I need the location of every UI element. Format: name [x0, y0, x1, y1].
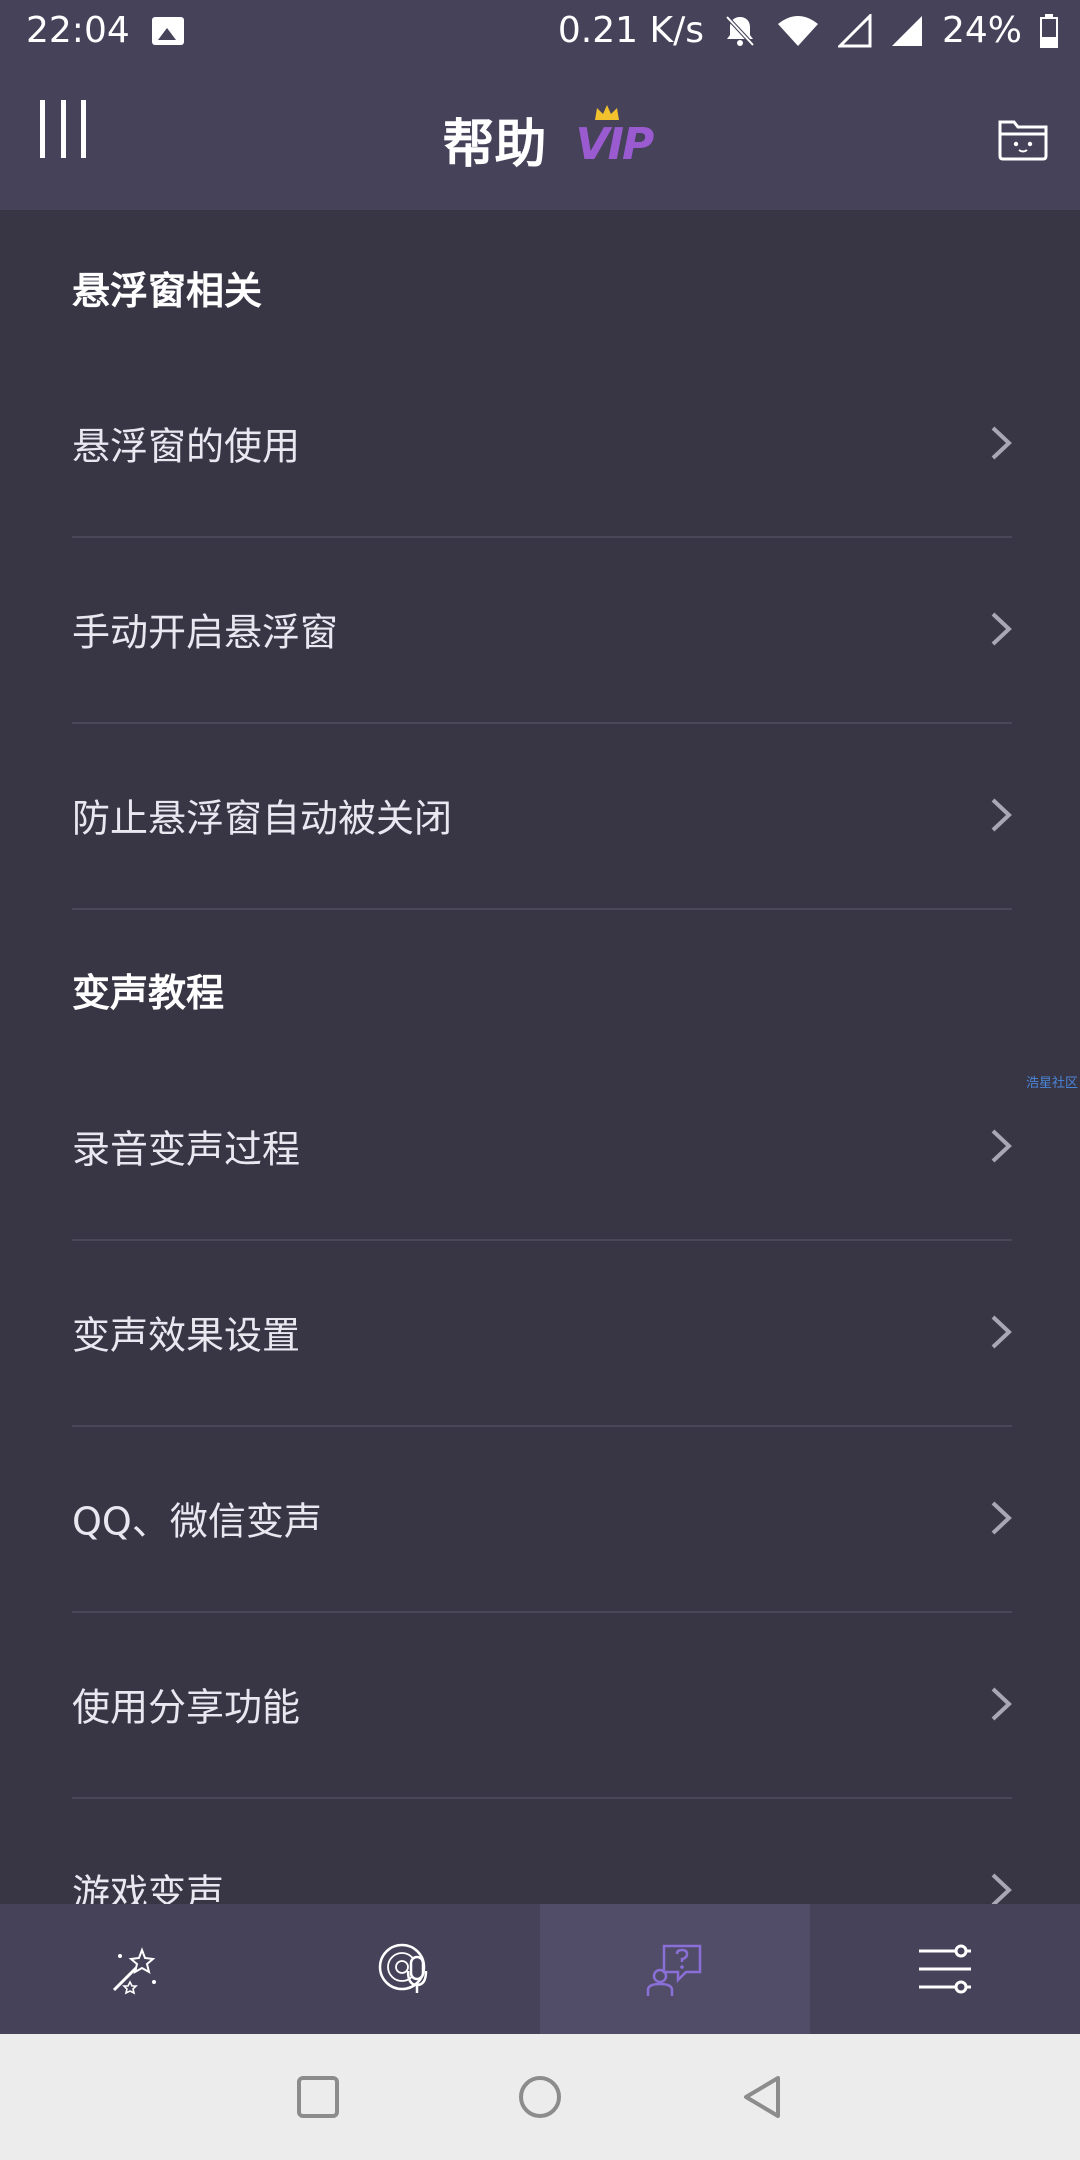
list-item-label: 悬浮窗的使用 [72, 424, 301, 469]
cell-signal-2-icon [891, 15, 922, 46]
list-item-label: 手动开启悬浮窗 [72, 610, 339, 655]
folder-icon[interactable] [994, 112, 1052, 162]
list-item-label: 使用分享功能 [72, 1685, 301, 1730]
system-nav-bar [0, 2034, 1080, 2160]
section-title-voice-tutorial: 变声教程 [72, 971, 225, 1015]
recents-square-icon[interactable] [295, 2074, 341, 2120]
list-item-label: 变声效果设置 [72, 1313, 301, 1358]
list-item[interactable]: 悬浮窗的使用 [72, 350, 1012, 538]
wifi-icon [777, 15, 818, 46]
help-chat-icon [646, 1944, 702, 1996]
chevron-right-icon [991, 612, 1012, 646]
bottom-nav [0, 1904, 1080, 2034]
chevron-right-icon [991, 1129, 1012, 1163]
nav-record[interactable] [270, 1904, 540, 2034]
status-bar: 22:04 0.21 K/s 24% [0, 0, 1080, 66]
section-title-floating-window: 悬浮窗相关 [72, 269, 263, 313]
list-item[interactable]: 使用分享功能 [72, 1611, 1012, 1799]
voice-record-icon [378, 1943, 428, 1993]
chevron-right-icon [991, 1873, 1012, 1907]
status-time: 22:04 [26, 10, 130, 51]
watermark-text: 浩星社区 [1025, 1076, 1078, 1091]
chevron-right-icon [991, 1315, 1012, 1349]
list-item-label: 防止悬浮窗自动被关闭 [72, 796, 453, 841]
network-speed: 0.21 K/s [557, 10, 704, 51]
page-title: 帮助 [442, 115, 547, 175]
battery-icon [1040, 13, 1058, 48]
chevron-right-icon [991, 1687, 1012, 1721]
nav-effects[interactable] [0, 1904, 270, 2034]
list-item[interactable]: 防止悬浮窗自动被关闭 [72, 722, 1012, 910]
cell-signal-1-icon [837, 13, 872, 47]
list-item[interactable]: 录音变声过程 [72, 1053, 1012, 1241]
chevron-right-icon [991, 1501, 1012, 1535]
back-triangle-icon[interactable] [740, 2074, 786, 2120]
image-notification-icon [151, 16, 184, 45]
chevron-right-icon [991, 798, 1012, 832]
list-item[interactable]: 手动开启悬浮窗 [72, 536, 1012, 724]
chevron-right-icon [991, 426, 1012, 460]
bell-off-icon [725, 15, 755, 46]
list-item[interactable]: QQ、微信变声 [72, 1425, 1012, 1613]
list-item[interactable]: 变声效果设置 [72, 1239, 1012, 1427]
settings-sliders-icon [919, 1944, 971, 1994]
app-bar: 帮助 VIP [0, 66, 1080, 210]
home-circle-icon[interactable] [517, 2074, 563, 2120]
nav-settings[interactable] [810, 1904, 1080, 2034]
nav-help[interactable] [540, 1904, 810, 2034]
magic-wand-icon [112, 1947, 156, 1995]
vip-badge[interactable]: VIP [576, 104, 654, 170]
list-item-label: 录音变声过程 [72, 1127, 301, 1172]
battery-percent: 24% [941, 10, 1022, 51]
list-item-label: QQ、微信变声 [72, 1499, 322, 1544]
vip-badge-text: VIP [575, 118, 655, 170]
